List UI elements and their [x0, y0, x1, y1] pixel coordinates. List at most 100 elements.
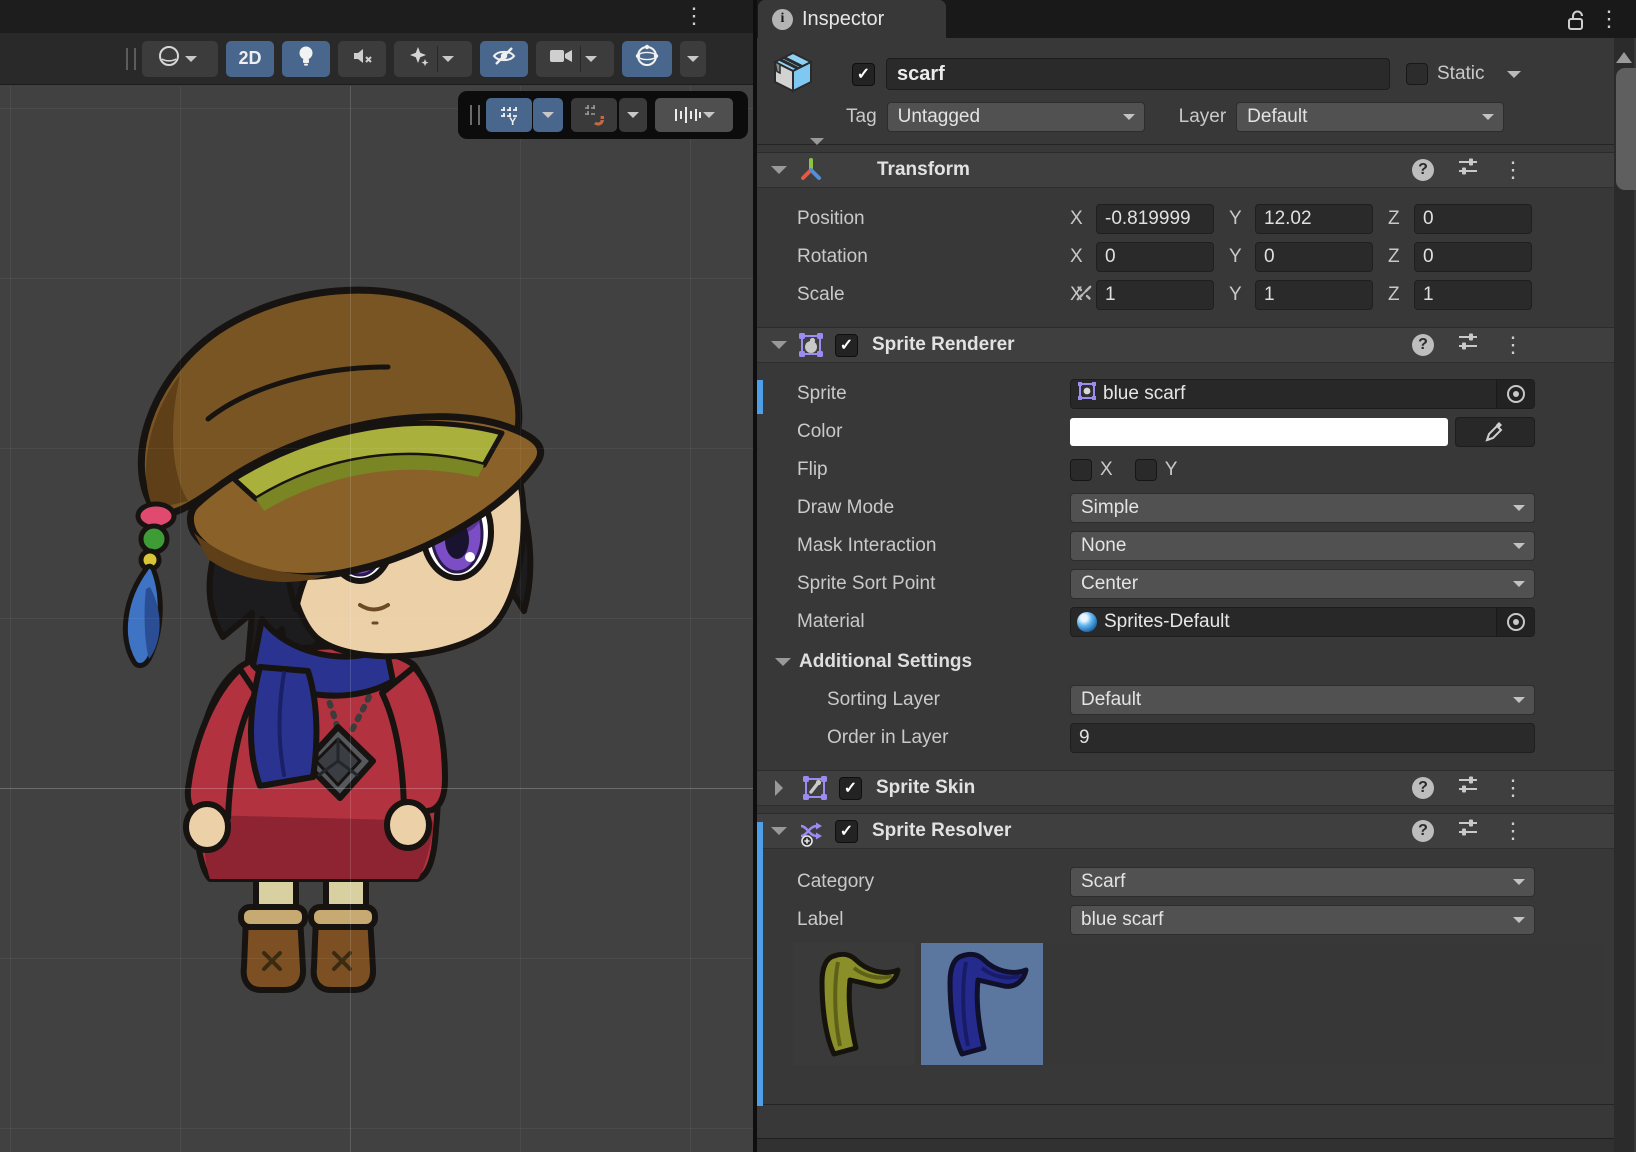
transform-header[interactable]: Transform ? ⋮ [757, 152, 1614, 188]
object-picker-button[interactable] [1496, 608, 1534, 636]
rotation-x-field[interactable]: 0 [1096, 242, 1214, 272]
hand-left [186, 804, 228, 850]
kebab-menu-icon[interactable]: ⋮ [1502, 818, 1524, 844]
presets-icon[interactable] [1456, 817, 1480, 845]
help-icon[interactable]: ? [1412, 334, 1434, 356]
sprite-renderer-enabled-checkbox[interactable]: ✓ [835, 334, 858, 357]
sprite-row: Sprite blue scarf [797, 379, 1614, 409]
shading-mode-button[interactable] [142, 41, 218, 77]
tag-dropdown[interactable]: Untagged [887, 102, 1145, 132]
chevron-down-icon [442, 56, 454, 68]
character-sprite[interactable] [88, 269, 558, 1014]
chevron-down-icon [185, 56, 197, 68]
flip-x-checkbox[interactable] [1070, 459, 1092, 481]
tab-inspector[interactable]: i Inspector [758, 0, 946, 38]
gameobject-name-field[interactable]: scarf [886, 58, 1390, 90]
toolbar-drag-handle[interactable] [126, 48, 136, 70]
position-x-field[interactable]: -0.819999 [1096, 204, 1214, 234]
kebab-menu-icon[interactable]: ⋮ [1502, 157, 1524, 183]
sprite-sort-point-dropdown[interactable]: Center [1070, 569, 1535, 599]
speaker-muted-icon [350, 44, 374, 74]
gameobject-foldout-icon[interactable] [810, 138, 824, 152]
gizmos-dropdown-button[interactable] [680, 41, 706, 77]
kebab-menu-icon[interactable]: ⋮ [1502, 332, 1524, 358]
snap-dropdown-button[interactable] [619, 98, 647, 132]
foldout-closed-icon[interactable] [775, 780, 791, 796]
layer-dropdown[interactable]: Default [1236, 102, 1504, 132]
sprite-resolver-enabled-checkbox[interactable]: ✓ [835, 820, 858, 843]
sprite-object-field[interactable]: blue scarf [1070, 379, 1535, 409]
sprite-resolver-header[interactable]: ✓ Sprite Resolver ? ⋮ [757, 813, 1614, 849]
rotation-y-field[interactable]: 0 [1255, 242, 1373, 272]
increment-snap-button[interactable] [655, 98, 733, 132]
scale-z-field[interactable]: 1 [1414, 280, 1532, 310]
overlay-drag-handle[interactable] [470, 105, 480, 125]
shaded-sphere-icon [157, 44, 181, 74]
hat-beads [138, 504, 174, 569]
sprite-label: Sprite [797, 383, 1070, 405]
scale-x-field[interactable]: 1 [1096, 280, 1214, 310]
mode-2d-toggle-button[interactable]: 2D [226, 41, 274, 77]
order-in-layer-field[interactable]: 9 [1070, 723, 1535, 753]
sprite-skin-header[interactable]: ✓ Sprite Skin ? ⋮ [757, 770, 1614, 806]
position-z-field[interactable]: 0 [1414, 204, 1532, 234]
category-dropdown[interactable]: Scarf [1070, 867, 1535, 897]
scale-y-field[interactable]: 1 [1255, 280, 1373, 310]
audio-mute-button[interactable] [338, 41, 386, 77]
lock-icon[interactable] [1564, 8, 1590, 40]
help-icon[interactable]: ? [1412, 159, 1434, 181]
draw-mode-label: Draw Mode [797, 497, 1070, 519]
material-object-field[interactable]: Sprites-Default [1070, 607, 1535, 637]
gameobject-active-checkbox[interactable]: ✓ [852, 63, 875, 86]
gizmos-button[interactable] [622, 41, 672, 77]
sprite-renderer-header[interactable]: ✓ Sprite Renderer ? ⋮ [757, 327, 1614, 363]
static-checkbox[interactable] [1406, 63, 1428, 85]
grid-dropdown-button[interactable] [533, 98, 563, 132]
link-broken-icon[interactable] [1073, 282, 1095, 310]
scene-viewport[interactable]: Y [0, 86, 753, 1152]
grid-visibility-button[interactable]: Y [486, 98, 532, 132]
yellow-scarf-thumbnail[interactable] [793, 943, 915, 1065]
foldout-open-icon[interactable] [771, 166, 787, 182]
label-dropdown[interactable]: blue scarf [1070, 905, 1535, 935]
sorting-layer-label: Sorting Layer [797, 689, 1070, 711]
mask-interaction-dropdown[interactable]: None [1070, 531, 1535, 561]
transform-title: Transform [877, 159, 970, 181]
inspector-scrollbar[interactable] [1614, 38, 1634, 1152]
blue-scarf-thumbnail[interactable] [921, 943, 1043, 1065]
sprite-skin-enabled-checkbox[interactable]: ✓ [839, 777, 862, 800]
foldout-open-icon[interactable] [771, 827, 787, 843]
additional-settings-foldout[interactable]: Additional Settings [775, 647, 1614, 677]
eyedropper-button[interactable] [1455, 417, 1535, 447]
static-dropdown-arrow[interactable] [1507, 71, 1521, 85]
scene-visibility-toggle-button[interactable] [480, 41, 528, 77]
snap-toggle-button[interactable] [571, 98, 617, 132]
scene-menu-kebab-icon[interactable]: ⋮ [683, 3, 705, 29]
presets-icon[interactable] [1456, 156, 1480, 184]
color-swatch[interactable] [1070, 418, 1448, 446]
kebab-menu-icon[interactable]: ⋮ [1502, 775, 1524, 801]
camera-preview-button[interactable] [536, 41, 614, 77]
color-row: Color [797, 417, 1614, 447]
inspector-menu-kebab-icon[interactable]: ⋮ [1598, 6, 1620, 32]
foldout-open-icon[interactable] [771, 341, 787, 357]
lighting-toggle-button[interactable] [282, 41, 330, 77]
object-picker-button[interactable] [1496, 380, 1534, 408]
sprite-resolver-title: Sprite Resolver [872, 820, 1011, 842]
info-icon: i [772, 9, 793, 30]
sorting-layer-dropdown[interactable]: Default [1070, 685, 1535, 715]
position-y-field[interactable]: 12.02 [1255, 204, 1373, 234]
presets-icon[interactable] [1456, 774, 1480, 802]
draw-mode-dropdown[interactable]: Simple [1070, 493, 1535, 523]
prefab-override-bar [757, 380, 763, 414]
flip-y-checkbox[interactable] [1135, 459, 1157, 481]
effects-dropdown-button[interactable] [394, 41, 472, 77]
presets-icon[interactable] [1456, 331, 1480, 359]
rotation-z-field[interactable]: 0 [1414, 242, 1532, 272]
sprite-sort-point-row: Sprite Sort Point Center [797, 569, 1614, 599]
scroll-up-arrow-icon[interactable] [1616, 44, 1632, 63]
help-icon[interactable]: ? [1412, 820, 1434, 842]
help-icon[interactable]: ? [1412, 777, 1434, 799]
scrollbar-thumb[interactable] [1616, 68, 1636, 190]
scale-label: Scale [797, 284, 1070, 306]
